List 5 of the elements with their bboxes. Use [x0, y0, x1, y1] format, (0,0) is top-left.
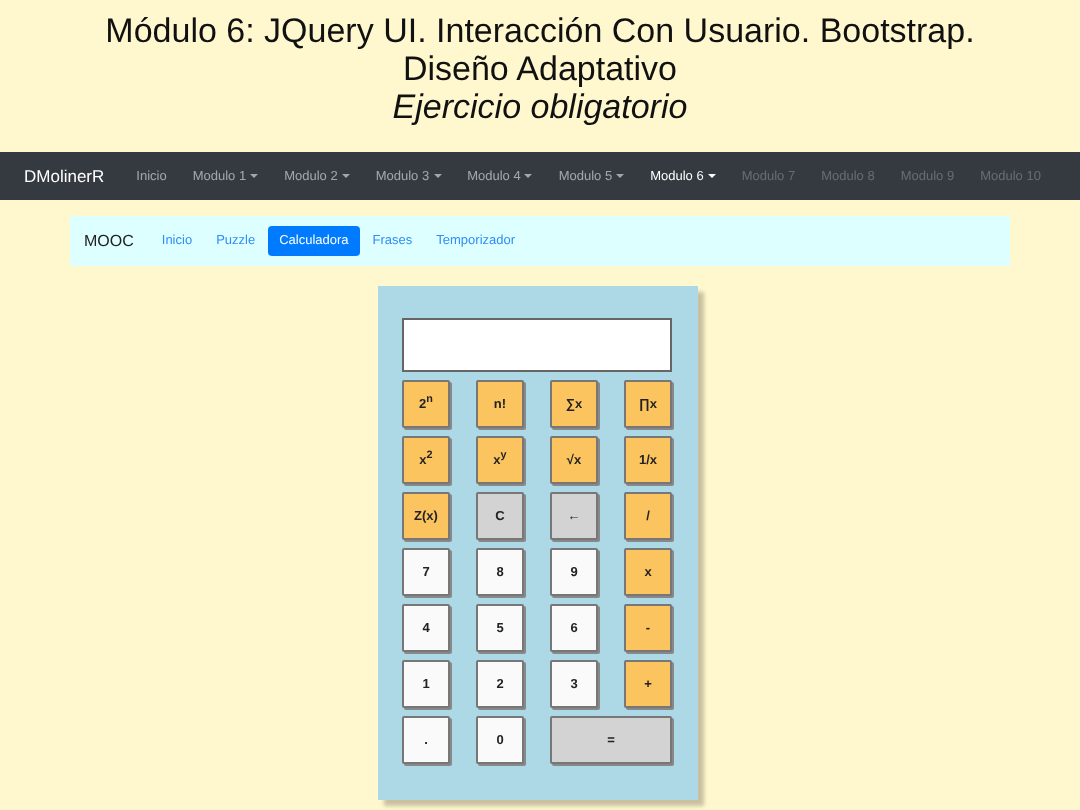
subnav-brand[interactable]: MOOC	[84, 232, 134, 250]
navbar-brand[interactable]: DMolinerR	[24, 166, 105, 186]
page-subtitle: Ejercicio obligatorio	[390, 88, 690, 126]
calculator-display[interactable]	[402, 318, 672, 372]
page-title: Módulo 6: JQuery UI. Interacción Con Usuario. Bootstrap. Diseño Adaptativo	[103, 12, 977, 88]
